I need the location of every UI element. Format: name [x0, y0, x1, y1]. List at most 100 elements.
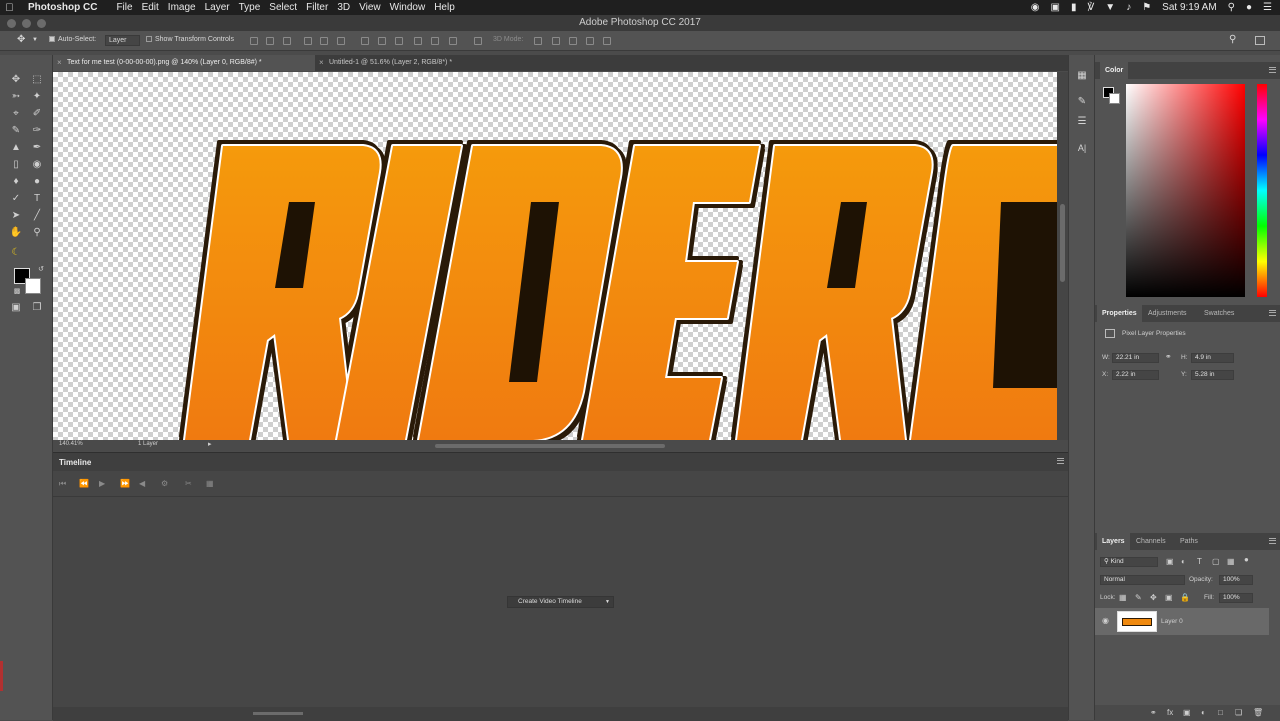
- filter-smart-icon[interactable]: ▦: [1227, 557, 1235, 566]
- menu-select[interactable]: Select: [269, 2, 306, 13]
- brush-presets-icon[interactable]: ✎: [1075, 95, 1089, 109]
- fx-icon[interactable]: fx: [1167, 708, 1173, 717]
- tab-properties[interactable]: Properties: [1097, 305, 1142, 322]
- hscroll-thumb[interactable]: [435, 444, 665, 448]
- path-select-icon[interactable]: ➤: [8, 209, 24, 223]
- menu-filter[interactable]: Filter: [306, 2, 337, 13]
- clone-stamp-icon[interactable]: ▲: [8, 141, 24, 155]
- tab-document-1[interactable]: × Text for me test (0-00-00-00).png @ 14…: [53, 55, 315, 71]
- x-field[interactable]: 2.22 in: [1112, 370, 1159, 380]
- 3d-roll-icon[interactable]: [552, 37, 560, 45]
- timeline-menu-icon[interactable]: [1057, 458, 1064, 464]
- align-left-icon[interactable]: [304, 37, 312, 45]
- lock-transparent-icon[interactable]: ▦: [1119, 593, 1127, 602]
- paint-bucket-icon[interactable]: ◉: [29, 158, 45, 172]
- screen-mode-icon[interactable]: ❐: [29, 301, 45, 315]
- lock-artboard-icon[interactable]: ▣: [1165, 593, 1173, 602]
- blend-mode-dropdown[interactable]: Normal: [1100, 575, 1185, 585]
- tab-swatches[interactable]: Swatches: [1199, 305, 1239, 322]
- search-icon[interactable]: ⚲: [1229, 34, 1236, 45]
- settings-gear-icon[interactable]: ⚙: [161, 479, 168, 488]
- filter-pixel-icon[interactable]: ▣: [1166, 557, 1174, 566]
- auto-select-checkbox[interactable]: Auto-Select:: [49, 36, 96, 43]
- zoom-level[interactable]: 140.41%: [59, 441, 83, 447]
- auto-align-icon[interactable]: [474, 37, 482, 45]
- filter-toggle-icon[interactable]: ●: [1244, 555, 1249, 564]
- 3d-rotate-icon[interactable]: [534, 37, 542, 45]
- play-icon[interactable]: ▶: [99, 479, 105, 488]
- distribute-left-icon[interactable]: [414, 37, 422, 45]
- default-colors-icon[interactable]: ▩: [9, 285, 25, 299]
- distribute-right-icon[interactable]: [449, 37, 457, 45]
- auto-select-dropdown[interactable]: Layer: [105, 35, 140, 46]
- transition-icon[interactable]: ▦: [206, 479, 214, 488]
- notification-center-icon[interactable]: ☰: [1263, 2, 1272, 13]
- link-layers-icon[interactable]: ⚭: [1150, 708, 1157, 717]
- banana-tool-icon[interactable]: ☾: [8, 246, 24, 260]
- 3d-slide-icon[interactable]: [586, 37, 594, 45]
- chevron-down-icon[interactable]: ▼: [605, 597, 610, 607]
- width-field[interactable]: 22.21 in: [1112, 353, 1159, 363]
- close-tab-icon[interactable]: ×: [57, 55, 62, 71]
- prev-frame-icon[interactable]: ⏪: [79, 479, 89, 488]
- opacity-field[interactable]: 100%: [1219, 575, 1253, 585]
- create-video-timeline-button[interactable]: Create Video Timeline ▼: [507, 596, 614, 608]
- eraser-tool-icon[interactable]: ▯: [8, 158, 24, 172]
- pen-tool-icon[interactable]: ✓: [8, 192, 24, 206]
- siri-icon[interactable]: ●: [1246, 2, 1252, 13]
- visibility-eye-icon[interactable]: ◉: [1102, 616, 1109, 625]
- creative-cloud-icon[interactable]: ◉: [1031, 2, 1040, 13]
- distribute-vcenter-icon[interactable]: [378, 37, 386, 45]
- next-frame-icon[interactable]: ⏩: [120, 479, 130, 488]
- lasso-tool-icon[interactable]: ➳: [8, 90, 24, 104]
- swap-colors-icon[interactable]: ↺: [33, 263, 49, 277]
- align-right-icon[interactable]: [337, 37, 345, 45]
- battery-icon[interactable]: ▮: [1071, 2, 1077, 13]
- adjust-panel-icon[interactable]: ☰: [1075, 115, 1089, 129]
- marquee-tool-icon[interactable]: ⬚: [29, 73, 45, 87]
- tab-document-2[interactable]: × Untitled-1 @ 51.6% (Layer 2, RGB/8*) *: [315, 55, 505, 71]
- workspace-icon[interactable]: [1255, 36, 1265, 45]
- character-panel-icon[interactable]: A|: [1075, 141, 1089, 155]
- lock-position-icon[interactable]: ✥: [1150, 593, 1157, 602]
- canvas-vertical-scrollbar[interactable]: [1057, 72, 1068, 440]
- distribute-bottom-icon[interactable]: [395, 37, 403, 45]
- distribute-hcenter-icon[interactable]: [431, 37, 439, 45]
- screen-icon[interactable]: ▣: [1050, 2, 1059, 13]
- new-layer-icon[interactable]: ❏: [1235, 708, 1242, 717]
- wifi-icon[interactable]: ▼: [1105, 2, 1115, 13]
- trash-icon[interactable]: 🗑: [1253, 708, 1263, 717]
- audio-icon[interactable]: ◀: [139, 479, 145, 488]
- background-color-swatch[interactable]: [25, 278, 41, 294]
- filter-type-icon[interactable]: T: [1197, 557, 1202, 566]
- align-top-icon[interactable]: [250, 37, 258, 45]
- filter-shape-icon[interactable]: ▢: [1212, 557, 1220, 566]
- menu-window[interactable]: Window: [390, 2, 435, 13]
- close-tab-icon[interactable]: ×: [319, 55, 324, 71]
- fill-field[interactable]: 100%: [1219, 593, 1253, 603]
- history-panel-icon[interactable]: ▦: [1075, 69, 1089, 83]
- lock-all-icon[interactable]: 🔒: [1180, 593, 1190, 602]
- magic-wand-icon[interactable]: ✦: [29, 90, 45, 104]
- 3d-pan-icon[interactable]: [569, 37, 577, 45]
- group-folder-icon[interactable]: □: [1218, 708, 1223, 717]
- menu-3d[interactable]: 3D: [337, 2, 359, 13]
- hue-slider[interactable]: [1257, 84, 1267, 297]
- menu-help[interactable]: Help: [434, 2, 464, 13]
- menu-view[interactable]: View: [359, 2, 390, 13]
- tab-layers[interactable]: Layers: [1097, 533, 1130, 550]
- zoom-tool-icon[interactable]: ⚲: [29, 226, 45, 240]
- tab-adjustments[interactable]: Adjustments: [1143, 305, 1192, 322]
- add-mask-icon[interactable]: ▣: [1183, 708, 1191, 717]
- link-icon[interactable]: ⚭: [1165, 352, 1172, 361]
- distribute-top-icon[interactable]: [361, 37, 369, 45]
- tab-channels[interactable]: Channels: [1131, 533, 1171, 550]
- line-tool-icon[interactable]: ╱: [29, 209, 45, 223]
- color-field[interactable]: [1126, 84, 1245, 297]
- color-bg-swatch[interactable]: [1109, 93, 1120, 104]
- menu-type[interactable]: Type: [239, 2, 270, 13]
- height-field[interactable]: 4.9 in: [1191, 353, 1234, 363]
- adjustment-layer-icon[interactable]: ◐: [1201, 708, 1206, 717]
- eyedropper-icon[interactable]: ✐: [29, 107, 45, 121]
- color-panel-menu-icon[interactable]: [1269, 67, 1276, 73]
